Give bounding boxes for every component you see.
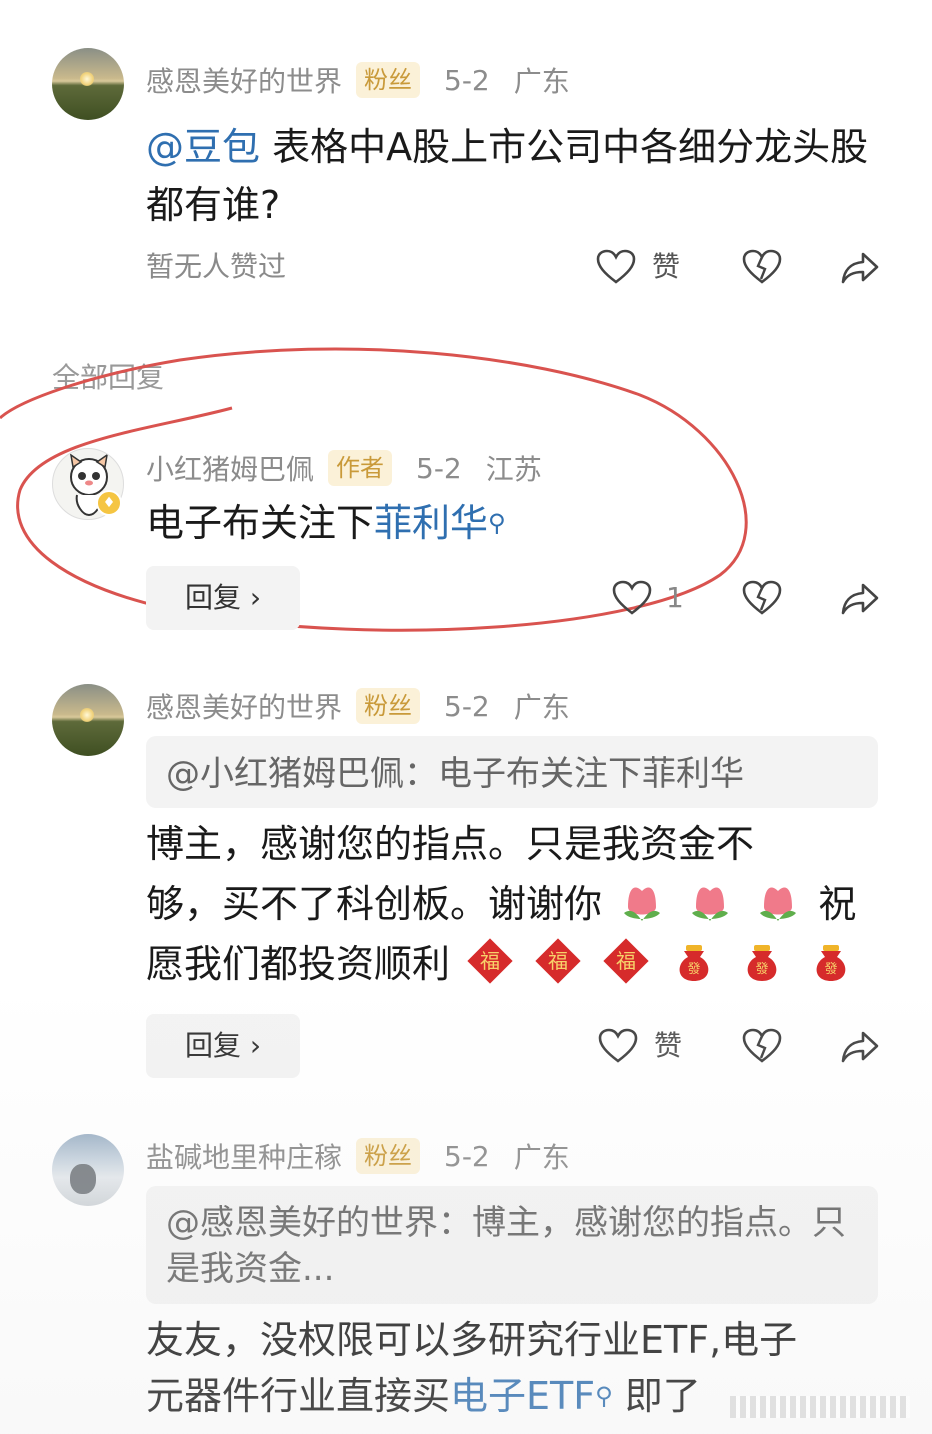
svg-text:福: 福 (548, 949, 568, 973)
like-label[interactable]: 赞 (654, 1016, 682, 1076)
fortune-emoji-icon: 福 (603, 938, 649, 984)
comment-line-text: 够，买不了科创板。谢谢你 (146, 882, 603, 926)
verified-badge-icon: ♦ (96, 490, 122, 516)
svg-text:發: 發 (824, 962, 837, 977)
money-bag-emoji-icon: 發 (816, 945, 845, 981)
comment-location: 江苏 (485, 453, 542, 486)
comment-line: 够，买不了科创板。谢谢你 祝 (146, 874, 876, 934)
username[interactable]: 小红猪姆巴佩 (146, 448, 314, 488)
like-label[interactable]: 赞 (652, 237, 680, 297)
comment-actions: 1 (0, 568, 932, 628)
broken-heart-icon[interactable] (742, 580, 782, 616)
comment-location: 广东 (513, 691, 570, 724)
fan-badge: 粉丝 (356, 62, 421, 98)
share-icon[interactable] (840, 582, 880, 616)
tulip-emoji-icon (760, 887, 797, 921)
comment-text: 电子布关注下菲利华⚲ (146, 494, 876, 552)
fan-badge: 粉丝 (356, 1138, 421, 1174)
watermark-mark (730, 1396, 910, 1418)
comment-line-text: 愿我们都投资顺利 (146, 942, 451, 986)
heart-icon[interactable] (598, 1028, 638, 1064)
comment-line: 友友，没权限可以多研究行业ETF,电子 (146, 1318, 798, 1362)
comment-date: 5-2 (444, 63, 490, 97)
comment-text: @豆包 表格中A股上市公司中各细分龙头股都有谁? (146, 118, 876, 234)
fortune-emoji-icon: 福 (467, 938, 513, 984)
comment-meta: 盐碱地里种庄稼 粉丝 5-2 广东 (146, 1136, 570, 1176)
share-icon[interactable] (840, 251, 880, 285)
comment-line-text: 祝 (818, 882, 857, 926)
heart-icon[interactable] (612, 580, 652, 616)
search-icon[interactable]: ⚲ (595, 1382, 613, 1410)
comment-body: 电子布关注下 (146, 501, 375, 545)
comment-location: 广东 (513, 1141, 570, 1174)
quoted-comment[interactable]: @感恩美好的世界：博主，感谢您的指点。只是我资金... (146, 1186, 878, 1304)
comment-location: 广东 (513, 65, 570, 98)
share-icon[interactable] (840, 1030, 880, 1064)
username[interactable]: 盐碱地里种庄稼 (146, 1136, 342, 1176)
tulip-emoji-icon (692, 887, 729, 921)
fan-badge: 粉丝 (356, 688, 421, 724)
svg-text:發: 發 (756, 962, 769, 977)
username[interactable]: 感恩美好的世界 (146, 60, 342, 100)
user-avatar[interactable] (52, 48, 124, 120)
money-bag-emoji-icon: 發 (680, 945, 709, 981)
like-count: 1 (666, 581, 684, 614)
broken-heart-icon[interactable] (742, 1028, 782, 1064)
tulip-emoji-icon (624, 887, 661, 921)
comment-line-text: 元器件行业直接买 (146, 1374, 451, 1418)
comment-date: 5-2 (444, 689, 490, 723)
mention-link[interactable]: @豆包 (146, 125, 260, 169)
username[interactable]: 感恩美好的世界 (146, 686, 342, 726)
heart-icon[interactable] (596, 249, 636, 285)
broken-heart-icon[interactable] (742, 249, 782, 285)
no-likes-text: 暂无人赞过 (146, 250, 287, 283)
comment-meta: 感恩美好的世界 粉丝 5-2 广东 (146, 686, 570, 726)
comment-meta: 感恩美好的世界 粉丝 5-2 广东 (146, 60, 570, 100)
svg-text:發: 發 (688, 962, 701, 977)
comment-date: 5-2 (444, 1139, 490, 1173)
search-link[interactable]: 菲利华 (374, 501, 488, 545)
comment-meta: 小红猪姆巴佩 作者 5-2 江苏 (146, 448, 542, 488)
fortune-emoji-icon: 福 (535, 938, 581, 984)
comment-line: 愿我们都投资顺利 福 福 福 發 發 發 (146, 934, 876, 994)
comment-line-text: 即了 (612, 1374, 701, 1418)
user-avatar[interactable] (52, 684, 124, 756)
money-bag-emoji-icon: 發 (748, 945, 777, 981)
comment-actions: 赞 (0, 1016, 932, 1076)
quoted-comment[interactable]: @小红猪姆巴佩：电子布关注下菲利华 (146, 736, 878, 808)
user-avatar[interactable] (52, 1134, 124, 1206)
svg-text:福: 福 (616, 949, 636, 973)
search-icon[interactable]: ⚲ (488, 509, 506, 537)
comment-text: 博主，感谢您的指点。只是我资金不 够，买不了科创板。谢谢你 祝 愿我们都投资顺利… (146, 814, 876, 994)
search-link[interactable]: 电子ETF (450, 1374, 595, 1418)
comment-actions: 暂无人赞过 赞 (0, 237, 932, 297)
svg-text:福: 福 (480, 949, 500, 973)
comment-date: 5-2 (416, 451, 462, 485)
comment-line: 博主，感谢您的指点。只是我资金不 (146, 822, 755, 866)
author-badge: 作者 (328, 450, 393, 486)
all-replies-title: 全部回复 (52, 361, 165, 394)
